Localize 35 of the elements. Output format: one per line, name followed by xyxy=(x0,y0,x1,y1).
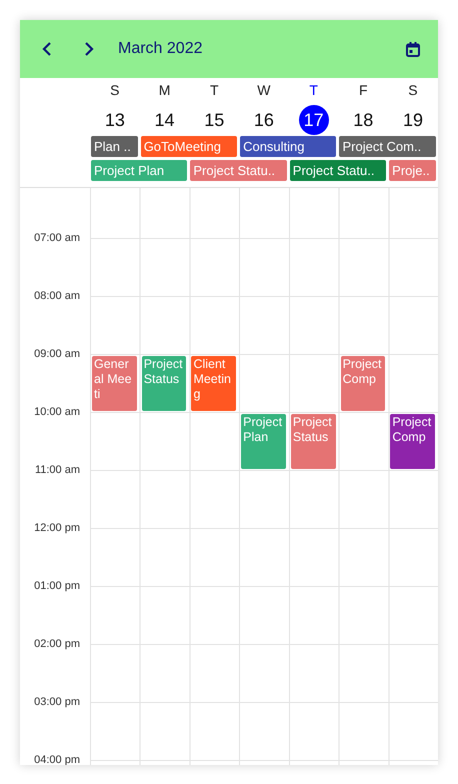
all-day-event[interactable]: GoToMeeting xyxy=(140,136,238,157)
time-label: 04:00 pm xyxy=(33,753,81,765)
chevron-left-icon xyxy=(42,42,52,56)
weekday-label: F xyxy=(359,81,368,100)
date-number[interactable]: 15 xyxy=(199,105,230,135)
all-day-event[interactable]: Project Statu.. xyxy=(290,160,386,181)
weekday-label: W xyxy=(257,81,271,100)
weekday-label: T xyxy=(309,81,318,100)
time-label: 03:00 pm xyxy=(33,695,81,710)
all-day-event[interactable]: Plan .. xyxy=(91,136,138,157)
calendar-icon xyxy=(406,42,420,56)
time-label: 07:00 am xyxy=(33,231,81,246)
weekday-label: T xyxy=(210,81,218,100)
date-number[interactable]: 16 xyxy=(248,105,279,135)
date-number[interactable]: 13 xyxy=(100,105,130,135)
date-number[interactable]: 14 xyxy=(150,105,180,135)
date-number[interactable]: 18 xyxy=(348,105,378,135)
appointment[interactable]: Project Comp xyxy=(390,414,436,469)
weekday-label: S xyxy=(110,81,120,100)
time-label: 01:00 pm xyxy=(33,579,81,594)
chevron-right-icon xyxy=(84,42,94,56)
date-number[interactable]: 19 xyxy=(398,105,428,135)
time-label: 02:00 pm xyxy=(33,637,81,652)
time-label: 10:00 am xyxy=(33,405,81,420)
all-day-event[interactable]: Project Com.. xyxy=(339,136,436,157)
date-number[interactable]: 17 xyxy=(298,105,329,135)
all-day-event[interactable]: Consulting xyxy=(240,136,336,157)
month-title[interactable]: March 2022 xyxy=(118,37,202,61)
weekday-label: S xyxy=(408,81,418,100)
time-label: 11:00 am xyxy=(34,463,81,478)
appointment[interactable]: Client Meeting xyxy=(191,356,236,411)
time-label: 12:00 pm xyxy=(33,521,81,536)
weekday-label: M xyxy=(158,81,170,100)
time-label: 09:00 am xyxy=(33,347,81,362)
time-label: 08:00 am xyxy=(33,289,81,304)
